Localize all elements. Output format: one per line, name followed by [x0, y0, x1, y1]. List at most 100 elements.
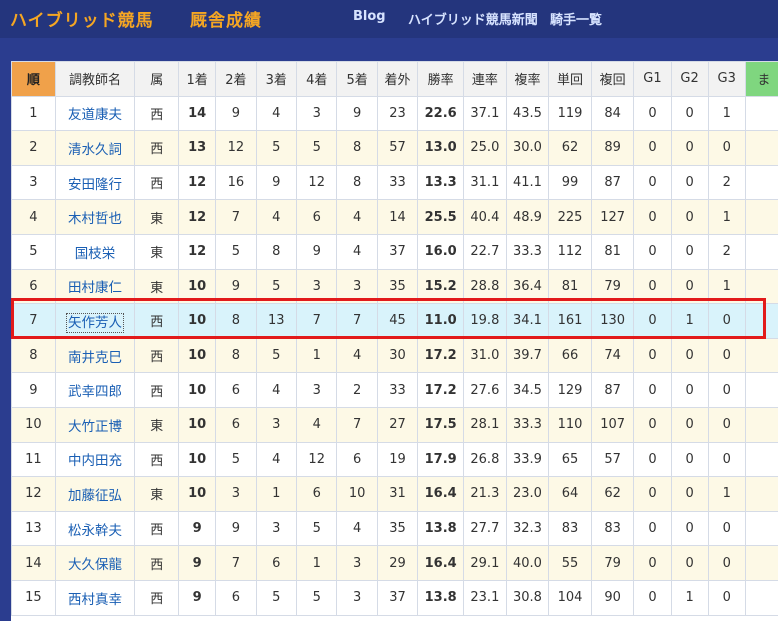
trainer-link[interactable]: 木村哲也	[68, 211, 122, 227]
trainer-link[interactable]: 松永幹夫	[68, 523, 122, 539]
cell-win-rate: 17.2	[417, 372, 465, 408]
nav-blog-link[interactable]: Blog	[353, 9, 386, 24]
column-header-affiliation[interactable]: 属	[134, 61, 180, 97]
trainer-link[interactable]: 安田隆行	[68, 177, 122, 193]
column-header-show-rate[interactable]: 複率	[505, 61, 550, 97]
cell-third: 5	[255, 579, 298, 616]
cell-out-of-place: 19	[376, 441, 419, 478]
cell-out-of-place: 30	[376, 337, 419, 374]
trainer-link[interactable]: 中内田充	[68, 453, 122, 469]
cell-fifth: 3	[336, 268, 378, 305]
cell-second: 6	[215, 372, 257, 408]
cell-fifth: 4	[336, 510, 378, 547]
cell-trainer-name: 矢作芳人	[54, 303, 136, 339]
cell-show-return: 81	[590, 233, 635, 270]
cell-extra	[744, 545, 778, 581]
cell-affiliation: 西	[134, 337, 180, 374]
cell-extra	[744, 268, 778, 305]
cell-g1: 0	[633, 545, 672, 581]
column-header-trainer-name[interactable]: 調教師名	[54, 61, 136, 97]
cell-win-return: 99	[548, 164, 592, 201]
cell-show-return: 79	[590, 545, 635, 581]
cell-first: 14	[178, 95, 217, 132]
cell-show-return: 57	[590, 441, 635, 478]
cell-g2: 0	[670, 337, 709, 374]
cell-trainer-name: 西村真幸	[54, 579, 136, 616]
column-header-rank[interactable]: 順	[11, 61, 56, 97]
trainer-link[interactable]: 西村真幸	[68, 592, 122, 608]
cell-g1: 0	[633, 406, 672, 443]
cell-extra	[744, 233, 778, 270]
cell-win-rate: 13.3	[417, 164, 465, 201]
column-header-g1[interactable]: G1	[633, 61, 672, 97]
column-header-out-of-place[interactable]: 着外	[376, 61, 419, 97]
cell-g1: 0	[633, 268, 672, 305]
cell-show-return: 84	[590, 95, 635, 132]
trainer-link[interactable]: 武幸四郎	[68, 384, 122, 400]
trainer-link[interactable]: 南井克巳	[68, 350, 122, 366]
column-header-extra[interactable]: ま	[744, 61, 778, 97]
cell-g2: 0	[670, 199, 709, 235]
column-header-fourth[interactable]: 4着	[295, 61, 338, 97]
cell-affiliation: 東	[134, 199, 180, 235]
cell-trainer-name: 武幸四郎	[54, 372, 136, 408]
cell-win-return: 110	[548, 406, 592, 443]
cell-extra	[744, 199, 778, 235]
cell-win-return: 66	[548, 337, 592, 374]
column-header-fifth[interactable]: 5着	[336, 61, 378, 97]
cell-show-rate: 30.8	[505, 579, 550, 616]
cell-second: 3	[215, 476, 257, 512]
cell-g2: 0	[670, 476, 709, 512]
cell-g1: 0	[633, 510, 672, 547]
column-header-place-rate[interactable]: 連率	[463, 61, 507, 97]
cell-out-of-place: 57	[376, 130, 419, 166]
trainer-link[interactable]: 大久保龍	[68, 557, 122, 573]
cell-affiliation: 西	[134, 372, 180, 408]
site-title[interactable]: ハイブリッド競馬	[10, 6, 154, 31]
nav-newspaper-link[interactable]: ハイブリッド競馬新聞	[408, 9, 538, 28]
column-header-third[interactable]: 3着	[255, 61, 298, 97]
cell-win-return: 112	[548, 233, 592, 270]
cell-fifth: 8	[336, 130, 378, 166]
trainer-link[interactable]: 友道康夫	[68, 107, 122, 123]
cell-rank: 6	[11, 268, 56, 305]
table-row: 13 松永幹夫西 9 9 3 5 4 35 13.8 27.7 32.3 83 83 0 0 0	[11, 510, 778, 547]
table-row: 2 清水久詞西 13 12 5 5 8 57 13.0 25.0 30.0 62 89 0 0 0	[11, 130, 778, 166]
cell-g2: 0	[670, 372, 709, 408]
trainer-link[interactable]: 矢作芳人	[66, 312, 125, 333]
column-header-g3[interactable]: G3	[707, 61, 746, 97]
cell-win-return: 81	[548, 268, 592, 305]
cell-win-return: 83	[548, 510, 592, 547]
cell-second: 6	[215, 406, 257, 443]
cell-win-rate: 22.6	[417, 95, 465, 132]
column-header-second[interactable]: 2着	[215, 61, 257, 97]
cell-affiliation: 東	[134, 476, 180, 512]
cell-fifth: 8	[336, 164, 378, 201]
cell-fourth: 3	[295, 372, 338, 408]
cell-g3: 1	[707, 476, 746, 512]
cell-win-rate: 17.5	[417, 406, 465, 443]
column-header-show-return[interactable]: 複回	[590, 61, 635, 97]
cell-extra	[744, 95, 778, 132]
cell-place-rate: 21.3	[463, 476, 507, 512]
trainer-link[interactable]: 大竹正博	[68, 419, 122, 435]
cell-place-rate: 28.1	[463, 406, 507, 443]
cell-win-return: 225	[548, 199, 592, 235]
trainer-link[interactable]: 田村康仁	[68, 280, 122, 296]
cell-g3: 2	[707, 233, 746, 270]
cell-place-rate: 37.1	[463, 95, 507, 132]
trainer-link[interactable]: 加藤征弘	[68, 488, 122, 504]
cell-extra	[744, 337, 778, 374]
cell-third: 1	[255, 476, 298, 512]
nav-jockey-list-link[interactable]: 騎手一覧	[550, 9, 602, 28]
table-row: 10 大竹正博東 10 6 3 4 7 27 17.5 28.1 33.3 110 107 0 0 0	[11, 406, 778, 443]
column-header-win-rate[interactable]: 勝率	[417, 61, 465, 97]
column-header-g2[interactable]: G2	[670, 61, 709, 97]
cell-rank: 12	[11, 476, 56, 512]
column-header-win-return[interactable]: 単回	[548, 61, 592, 97]
cell-trainer-name: 国枝栄	[54, 233, 136, 270]
trainer-link[interactable]: 国枝栄	[75, 246, 116, 262]
column-header-first[interactable]: 1着	[178, 61, 217, 97]
trainer-link[interactable]: 清水久詞	[68, 142, 122, 158]
cell-show-rate: 32.3	[505, 510, 550, 547]
